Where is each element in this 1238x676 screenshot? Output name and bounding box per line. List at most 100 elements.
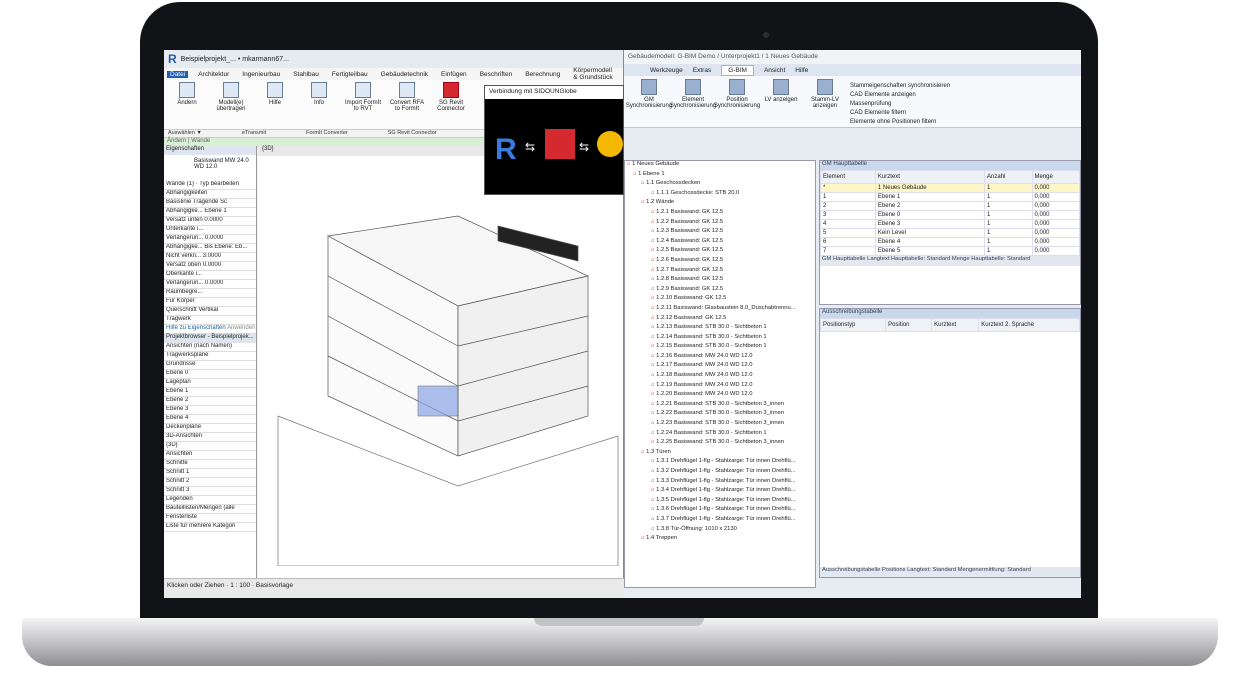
property-row[interactable]: Raumbegre... (164, 289, 256, 298)
revit-tab[interactable]: Körpermodell & Grundstück (570, 67, 620, 81)
property-row[interactable]: Querschnitt Vertikal (164, 307, 256, 316)
3d-view[interactable]: {3D} (258, 146, 623, 578)
tree-item[interactable]: ⌂ 1.3.2 Drehflügel 1-flg - Stahlzarge: T… (625, 468, 815, 478)
gbim-ribbon-button[interactable]: Element Synchronisierung (670, 79, 716, 124)
tree-item[interactable]: ⌂ 1.2.18 Basiswand: MW 24.0 WD 12.0 (625, 372, 815, 382)
tree-item[interactable]: ⌂ 1.2.11 Basiswand: Glasbaustein 8.0_Dus… (625, 305, 815, 315)
column-header[interactable]: Menge (1031, 170, 1080, 184)
browser-item[interactable]: Schnitt 2 (164, 478, 256, 487)
revit-tab[interactable]: Berechnung (522, 71, 563, 78)
tree-item[interactable]: ⌂ 1.3.5 Drehflügel 1-flg - Stahlzarge: T… (625, 497, 815, 507)
property-row[interactable]: Abhängigke... Bis Ebene: Eb... (164, 244, 256, 253)
tree-item[interactable]: ⌂ 1.2.15 Basiswand: STB 30.0 - Sichtbeto… (625, 343, 815, 353)
tree-item[interactable]: ⌂ 1.2.14 Basiswand: STB 30.0 - Sichtbeto… (625, 334, 815, 344)
property-row[interactable]: Verlängerun... 0.0000 (164, 235, 256, 244)
ribbon-button[interactable]: Import FormIt to RVT (344, 82, 382, 127)
ribbon-button[interactable]: Ändern (168, 82, 206, 127)
revit-tab[interactable]: Gebäudetechnik (378, 71, 431, 78)
ribbon-option[interactable]: Stammeigenschaften synchronisieren (850, 83, 950, 89)
ribbon-button[interactable]: Modell(e) übertragen (212, 82, 250, 127)
revit-tab[interactable]: Beschriften (477, 71, 516, 78)
property-row[interactable]: Tragwerk (164, 316, 256, 325)
table-row[interactable]: 1 Ebene 1 1 0,000 (820, 192, 1080, 202)
browser-item[interactable]: Ebene 1 (164, 388, 256, 397)
help-link[interactable]: Hilfe zu Eigenschaften Anwenden (164, 325, 256, 334)
browser-item[interactable]: Ebene 4 (164, 415, 256, 424)
gbim-tab[interactable]: Ansicht (764, 67, 785, 74)
revit-tab[interactable]: Ingenieurbau (239, 71, 283, 78)
tree-item[interactable]: ⌂ 1.2.5 Basiswand: GK 12.5 (625, 247, 815, 257)
table-row[interactable]: 4 Ebene 3 1 0,000 (820, 219, 1080, 229)
browser-item[interactable]: Legenden (164, 496, 256, 505)
type-selector[interactable]: Basiswand MW 24.0 WD 12.0 (164, 155, 256, 181)
browser-item[interactable]: Deckenpläne (164, 424, 256, 433)
property-row[interactable]: Abhängigkeiten (164, 190, 256, 199)
gbim-tab[interactable]: G-BIM (721, 64, 754, 76)
column-header[interactable]: Anzahl (984, 170, 1033, 184)
column-header[interactable]: Position (885, 318, 933, 332)
tree-item[interactable]: ⌂ 1 Neues Gebäude (625, 161, 815, 171)
gbim-ribbon-button[interactable]: LV anzeigen (762, 79, 800, 124)
property-row[interactable]: Verlängerun... 0.0000 (164, 280, 256, 289)
tree-item[interactable]: ⌂ 1.2.2 Basiswand: GK 12.5 (625, 219, 815, 229)
tree-item[interactable]: ⌂ 1.2.22 Basiswand: STB 30.0 - Sichtbeto… (625, 410, 815, 420)
browser-item[interactable]: Schnitt 1 (164, 469, 256, 478)
gbim-ribbon-button[interactable]: Stamm-LV anzeigen (806, 79, 844, 124)
tree-item[interactable]: ⌂ 1.2.17 Basiswand: MW 24.0 WD 12.0 (625, 362, 815, 372)
tree-item[interactable]: ⌂ 1.2.4 Basiswand: GK 12.5 (625, 238, 815, 248)
tree-item[interactable]: ⌂ 1.3.3 Drehflügel 1-flg - Stahlzarge: T… (625, 478, 815, 488)
browser-item[interactable]: Tragwerkspläne (164, 352, 256, 361)
revit-tab[interactable]: Einfügen (438, 71, 470, 78)
browser-item[interactable]: 3D-Ansichten (164, 433, 256, 442)
tree-item[interactable]: ⌂ 1.3.6 Drehflügel 1-flg - Stahlzarge: T… (625, 506, 815, 516)
browser-item[interactable]: Bauteillisten/Mengen (alle (164, 505, 256, 514)
column-header[interactable]: Kurztext 2. Sprache (978, 318, 1080, 332)
gm-tabs[interactable]: GM Haupttabelle Langtext Haupttabelle: S… (820, 256, 1080, 266)
browser-item[interactable]: Ansichten (nach Namen) (164, 343, 256, 352)
revit-tab[interactable]: Architektur (195, 71, 232, 78)
browser-item[interactable]: {3D} (164, 442, 256, 451)
tree-item[interactable]: ⌂ 1.2.7 Basiswand: GK 12.5 (625, 267, 815, 277)
tree-item[interactable]: ⌂ 1.3.1 Drehflügel 1-flg - Stahlzarge: T… (625, 458, 815, 468)
property-row[interactable]: Für Körper (164, 298, 256, 307)
table-row[interactable]: 6 Ebene 4 1 0,000 (820, 237, 1080, 247)
tree-item[interactable]: ⌂ 1.2.6 Basiswand: GK 12.5 (625, 257, 815, 267)
tree-item[interactable]: ⌂ 1.2.13 Basiswand: STB 30.0 - Sichtbeto… (625, 324, 815, 334)
tree-item[interactable]: ⌂ 1.2.8 Basiswand: GK 12.5 (625, 276, 815, 286)
tree-item[interactable]: ⌂ 1.1 Geschossdecken (625, 180, 815, 190)
browser-item[interactable]: Ebene 0 (164, 370, 256, 379)
browser-item[interactable]: Fensterliste (164, 514, 256, 523)
property-row[interactable]: Unterkante i... (164, 226, 256, 235)
ribbon-option[interactable]: CAD Elemente anzeigen (850, 92, 950, 98)
ribbon-option[interactable]: Massenprüfung (850, 101, 950, 107)
tree-item[interactable]: ⌂ 1.4 Treppen (625, 535, 815, 545)
tree-item[interactable]: ⌂ 1.1.1 Geschossdecke: STB 20.0 (625, 190, 815, 200)
tree-item[interactable]: ⌂ 1.2.16 Basiswand: MW 24.0 WD 12.0 (625, 353, 815, 363)
browser-item[interactable]: Ebene 3 (164, 406, 256, 415)
ribbon-button[interactable]: Hilfe (256, 82, 294, 127)
gbim-tab[interactable]: Hilfe (795, 67, 808, 74)
property-row[interactable]: Versatz oben 0.0000 (164, 262, 256, 271)
tree-item[interactable]: ⌂ 1.2.1 Basiswand: GK 12.5 (625, 209, 815, 219)
property-row[interactable]: Nicht verkn... 3.0000 (164, 253, 256, 262)
property-row[interactable]: Oberkante i... (164, 271, 256, 280)
ribbon-button[interactable]: Convert RFA to FormIt (388, 82, 426, 127)
ribbon-option[interactable]: CAD Elemente filtern (850, 110, 950, 116)
ribbon-button[interactable]: Info (300, 82, 338, 127)
ribbon-option[interactable]: Elemente ohne Positionen filtern (850, 119, 950, 125)
revit-tab[interactable]: Stahlbau (290, 71, 322, 78)
property-row[interactable]: Basislinie Tragende Sc (164, 199, 256, 208)
tree-item[interactable]: ⌂ 1.2.9 Basiswand: GK 12.5 (625, 286, 815, 296)
tree-item[interactable]: ⌂ 1.2.20 Basiswand: MW 24.0 WD 12.0 (625, 391, 815, 401)
browser-item[interactable]: Liste für mehrere Kategori (164, 523, 256, 532)
tree-item[interactable]: ⌂ 1.2 Wände (625, 199, 815, 209)
tree-item[interactable]: ⌂ 1.2.23 Basiswand: STB 30.0 - Sichtbeto… (625, 420, 815, 430)
tree-item[interactable]: ⌂ 1.2.12 Basiswand: GK 12.5 (625, 315, 815, 325)
tree-item[interactable]: ⌂ 1.2.25 Basiswand: STB 30.0 - Sichtbeto… (625, 439, 815, 449)
browser-item[interactable]: Ansichten (164, 451, 256, 460)
property-row[interactable]: Versatz unten 0.0000 (164, 217, 256, 226)
browser-item[interactable]: Schnitte (164, 460, 256, 469)
walls-count[interactable]: Wände (1) · Typ bearbeiten (164, 181, 256, 190)
tree-item[interactable]: ⌂ 1.2.10 Basiswand: GK 12.5 (625, 295, 815, 305)
gbim-ribbon-button[interactable]: GM Synchronisierung (626, 79, 672, 124)
